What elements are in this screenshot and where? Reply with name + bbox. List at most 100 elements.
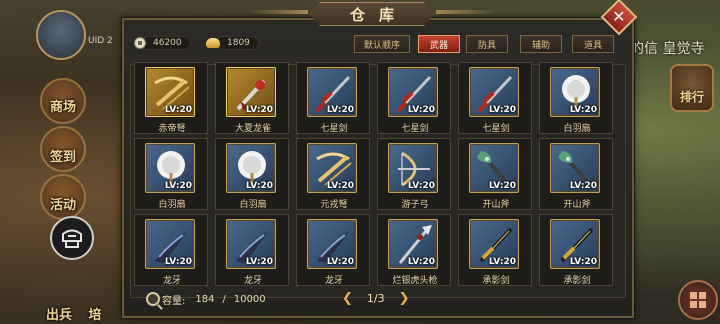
item-slot[interactable]: LV:20 大夏龙雀 (215, 62, 289, 134)
prev-page-button[interactable]: ❮ (342, 291, 353, 306)
item-name: 龙牙 (324, 276, 343, 286)
item-icon-frame: LV:20 (226, 219, 276, 269)
item-level: LV:20 (164, 257, 192, 267)
item-icon-frame: LV:20 (307, 67, 357, 117)
item-slot[interactable]: LV:20 七星剑 (296, 62, 370, 134)
next-page-button[interactable]: ❯ (399, 291, 410, 306)
left-hud: UID 2 商场 签到 活动 出兵 培 (0, 0, 120, 324)
menu-toggle-button[interactable] (50, 216, 94, 260)
activity-label: 活动 (49, 198, 76, 213)
item-name: 开山斧 (563, 200, 591, 210)
pager: ❮ 1/3 ❯ (342, 290, 410, 306)
copper-coin-icon (134, 37, 146, 49)
train-label[interactable]: 培 (80, 304, 110, 323)
copper-amount: 46200 (142, 36, 191, 50)
item-icon-frame: LV:20 (226, 67, 276, 117)
item-name: 开山斧 (482, 200, 510, 210)
close-icon: ✕ (612, 7, 626, 26)
item-slot[interactable]: LV:20 烂银虎头枪 (377, 214, 451, 286)
item-level: LV:20 (245, 181, 273, 191)
gold-ingot-icon (206, 38, 220, 48)
item-level: LV:20 (326, 257, 354, 267)
capacity-separator: / (222, 293, 226, 305)
shop-label: 商场 (49, 100, 76, 115)
item-icon-frame: LV:20 (307, 143, 357, 193)
player-uid: UID 2 (88, 36, 113, 46)
item-slot[interactable]: LV:20 白羽扇 (215, 138, 289, 210)
item-level: LV:20 (326, 181, 354, 191)
tab-items[interactable]: 道具 (572, 35, 614, 53)
item-slot[interactable]: LV:20 龙牙 (134, 214, 208, 286)
item-slot[interactable]: LV:20 赤帝弩 (134, 62, 208, 134)
item-icon-frame: LV:20 (469, 219, 519, 269)
item-slot[interactable]: LV:20 龙牙 (296, 214, 370, 286)
item-slot[interactable]: LV:20 承影剑 (458, 214, 532, 286)
item-icon-frame: LV:20 (469, 143, 519, 193)
deploy-label[interactable]: 出兵 (36, 304, 82, 323)
item-slot[interactable]: LV:20 承影剑 (539, 214, 613, 286)
tab-weapons[interactable]: 武器 (418, 35, 460, 53)
item-level: LV:20 (488, 181, 516, 191)
item-name: 龙牙 (243, 276, 262, 286)
title-ornament-right (436, 10, 496, 14)
item-icon-frame: LV:20 (145, 219, 195, 269)
item-name: 承影剑 (563, 276, 591, 286)
item-level: LV:20 (245, 257, 273, 267)
item-level: LV:20 (569, 181, 597, 191)
capacity-label: 容量: (162, 295, 186, 307)
item-level: LV:20 (326, 105, 354, 115)
item-icon-frame: LV:20 (307, 219, 357, 269)
item-level: LV:20 (164, 181, 192, 191)
item-name: 游子弓 (401, 200, 429, 210)
item-slot[interactable]: LV:20 开山斧 (458, 138, 532, 210)
item-icon-frame: LV:20 (145, 67, 195, 117)
grid-menu-button[interactable] (678, 280, 718, 320)
item-level: LV:20 (245, 105, 273, 115)
title-bar: 仓库 (310, 2, 434, 26)
item-name: 七星剑 (482, 124, 510, 134)
item-level: LV:20 (407, 181, 435, 191)
item-icon-frame: LV:20 (145, 143, 195, 193)
item-slot[interactable]: LV:20 七星剑 (458, 62, 532, 134)
item-name: 白羽扇 (239, 200, 267, 210)
item-level: LV:20 (164, 105, 192, 115)
window-title: 仓库 (349, 5, 408, 24)
ranking-label: 排行 (679, 90, 704, 104)
item-icon-frame: LV:20 (226, 143, 276, 193)
item-icon-frame: LV:20 (388, 219, 438, 269)
item-name: 龙牙 (162, 276, 181, 286)
item-name: 赤帝弩 (158, 124, 186, 134)
item-name: 大夏龙雀 (234, 124, 271, 134)
sign-in-label: 签到 (49, 150, 76, 165)
item-name: 七星剑 (320, 124, 348, 134)
tab-auxiliary[interactable]: 辅助 (520, 35, 562, 53)
item-slot[interactable]: LV:20 游子弓 (377, 138, 451, 210)
page-indicator: 1/3 (366, 291, 385, 305)
item-level: LV:20 (569, 105, 597, 115)
item-slot[interactable]: LV:20 元戎弩 (296, 138, 370, 210)
item-icon-frame: LV:20 (550, 219, 600, 269)
item-name: 白羽扇 (158, 200, 186, 210)
item-name: 元戎弩 (320, 200, 348, 210)
item-slot[interactable]: LV:20 白羽扇 (134, 138, 208, 210)
item-name: 承影剑 (482, 276, 510, 286)
player-avatar[interactable] (36, 10, 86, 60)
helmet-icon (62, 229, 82, 248)
tab-armor[interactable]: 防具 (466, 35, 508, 53)
item-name: 七星剑 (401, 124, 429, 134)
item-slot[interactable]: LV:20 七星剑 (377, 62, 451, 134)
capacity-max: 10000 (233, 293, 266, 305)
item-slot[interactable]: LV:20 白羽扇 (539, 62, 613, 134)
item-level: LV:20 (407, 105, 435, 115)
capacity-used: 184 (195, 293, 215, 305)
tab-default-order[interactable]: 默认顺序 (354, 35, 410, 53)
item-icon-frame: LV:20 (550, 143, 600, 193)
item-level: LV:20 (488, 257, 516, 267)
item-icon-frame: LV:20 (469, 67, 519, 117)
item-icon-frame: LV:20 (388, 143, 438, 193)
capacity-display: 容量: 184 / 10000 (146, 292, 266, 307)
item-slot[interactable]: LV:20 龙牙 (215, 214, 289, 286)
item-icon-frame: LV:20 (388, 67, 438, 117)
item-slot[interactable]: LV:20 开山斧 (539, 138, 613, 210)
search-icon[interactable] (146, 292, 160, 306)
